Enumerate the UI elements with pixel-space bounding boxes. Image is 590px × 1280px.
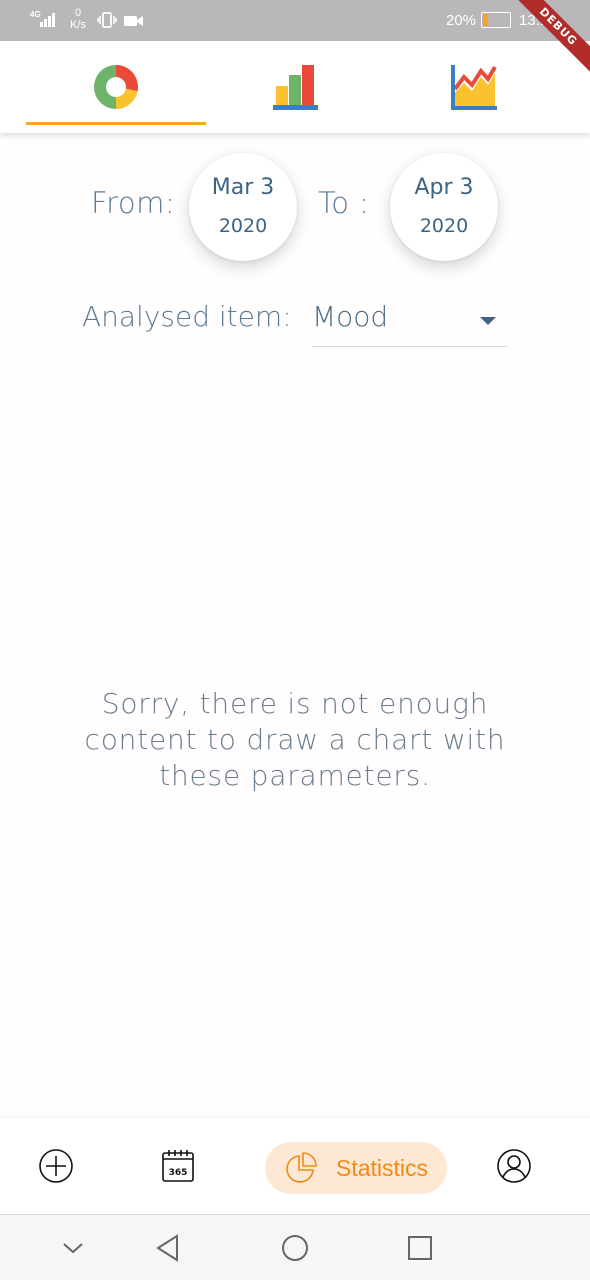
calendar-365-icon: 365 [162, 1150, 194, 1182]
to-label: To : [318, 186, 370, 220]
empty-message-line: these parameters. [159, 759, 431, 792]
chart-type-tabs [0, 41, 590, 133]
line-chart-tab[interactable] [384, 41, 564, 133]
bar-chart-icon [273, 65, 318, 110]
nav-profile-button[interactable] [488, 1118, 540, 1214]
speed-value: 0 [74, 7, 82, 19]
battery-percent: 20% [446, 12, 477, 29]
user-icon [497, 1149, 531, 1183]
recents-icon[interactable] [390, 1215, 450, 1280]
back-icon[interactable] [138, 1215, 198, 1280]
speed-unit: K/s [70, 19, 86, 31]
bottom-navigation: 365 Statistics [0, 1118, 590, 1214]
empty-message-line: content to draw a chart with [84, 723, 506, 756]
nav-statistics-button[interactable]: Statistics [265, 1142, 447, 1194]
chevron-down-icon[interactable] [43, 1215, 103, 1280]
pie-chart-tab[interactable] [26, 41, 206, 133]
from-date-month-day: Mar 3 [211, 175, 275, 200]
analysed-item-value: Mood [312, 300, 389, 333]
from-date-year: 2020 [218, 215, 268, 237]
from-label: From: [91, 186, 176, 220]
analysed-item-dropdown[interactable]: Mood [312, 296, 508, 347]
pie-chart-icon [286, 1152, 317, 1183]
to-date-month-day: Apr 3 [414, 175, 474, 200]
signal-icon [40, 11, 58, 27]
nav-add-button[interactable] [30, 1118, 82, 1214]
dropdown-arrow-icon [480, 317, 496, 325]
battery-icon [481, 12, 511, 28]
area-chart-icon [451, 65, 497, 110]
from-date-button[interactable]: Mar 3 2020 [189, 153, 297, 261]
to-date-button[interactable]: Apr 3 2020 [390, 153, 498, 261]
status-bar: 4G 0 K/s 20% 13:10 [0, 0, 590, 41]
plus-circle-icon [39, 1149, 73, 1183]
nav-calendar-button[interactable]: 365 [152, 1118, 204, 1214]
network-speed: 0 K/s [68, 7, 88, 31]
home-icon[interactable] [265, 1215, 325, 1280]
system-navigation-bar [0, 1214, 590, 1280]
video-camera-icon [124, 14, 144, 32]
analysed-item-label: Analysed item: [82, 300, 292, 333]
tab-indicator [26, 122, 206, 125]
empty-chart-message: Sorry, there is not enough content to dr… [60, 686, 530, 794]
donut-chart-icon [94, 65, 139, 109]
vibrate-icon [97, 12, 117, 33]
nav-statistics-label: Statistics [335, 1154, 429, 1181]
bar-chart-tab[interactable] [205, 41, 385, 133]
empty-message-line: Sorry, there is not enough [101, 687, 489, 720]
to-date-year: 2020 [419, 215, 469, 237]
svg-text:365: 365 [169, 1168, 188, 1178]
